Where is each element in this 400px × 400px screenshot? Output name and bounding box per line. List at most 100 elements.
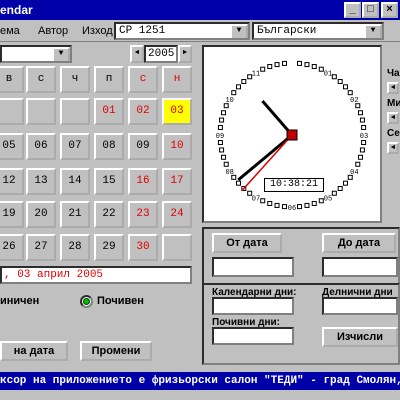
day-button[interactable]: 03 <box>162 98 192 125</box>
day-button[interactable] <box>0 98 24 125</box>
weekday-header: с <box>128 66 158 93</box>
clock-number: 10 <box>225 97 233 105</box>
work-days-field[interactable] <box>322 297 398 315</box>
calc-panel: Календарни дни: Делнични дни Почивни дни… <box>202 283 400 365</box>
radio-selected-dot <box>83 298 90 305</box>
day-button[interactable]: 23 <box>128 201 158 228</box>
day-button[interactable]: 30 <box>128 234 158 261</box>
maximize-button[interactable]: □ <box>362 2 379 18</box>
day-button[interactable]: 10 <box>162 133 192 160</box>
from-date-button[interactable]: От дата <box>212 233 282 253</box>
day-button[interactable]: 27 <box>26 234 56 261</box>
calculate-button[interactable]: Изчисли <box>322 327 398 347</box>
clock-tick <box>311 200 317 206</box>
holiday-days-field[interactable] <box>212 327 294 345</box>
day-button[interactable]: 07 <box>60 133 90 160</box>
menu-item-exit[interactable]: Изход <box>82 23 113 39</box>
clock-number: 08 <box>225 169 233 177</box>
from-date-field[interactable] <box>212 257 294 277</box>
hours-left-arrow[interactable]: ◄ <box>387 82 399 94</box>
day-button[interactable]: 16 <box>128 168 158 195</box>
year-down-arrow[interactable]: ◄ <box>130 45 144 63</box>
weekday-header: н <box>162 66 192 93</box>
close-button[interactable]: × <box>381 2 398 18</box>
today-button[interactable]: на дата <box>0 341 68 361</box>
seconds-label: Се <box>387 128 400 139</box>
weekday-header: ч <box>60 66 90 93</box>
minimize-button[interactable]: _ <box>344 2 361 18</box>
day-button[interactable]: 01 <box>94 98 124 125</box>
clock-center <box>286 129 298 141</box>
clock-tick <box>219 147 225 153</box>
day-button[interactable]: 22 <box>94 201 124 228</box>
date-range-panel: От дата До дата <box>202 227 400 285</box>
clock-tick <box>337 78 343 84</box>
day-button[interactable]: 26 <box>0 234 24 261</box>
day-button[interactable]: 24 <box>162 201 192 228</box>
day-button[interactable]: 06 <box>26 133 56 160</box>
clock-tick <box>297 60 303 66</box>
day-button[interactable]: 05 <box>0 133 24 160</box>
clock-number: 06 <box>288 205 296 213</box>
day-button[interactable]: 13 <box>26 168 56 195</box>
clock-number: 07 <box>252 195 260 203</box>
encoding-select[interactable]: CP 1251 ▼ <box>114 22 250 40</box>
clock-tick <box>347 90 353 96</box>
clock-tick <box>357 110 363 116</box>
clock-number: 05 <box>324 195 332 203</box>
menu-item-theme[interactable]: ема <box>0 23 20 39</box>
year-value: 2005 <box>148 48 175 60</box>
radio-holiday-label: Почивен <box>97 295 144 307</box>
radio-workday[interactable]: иничен <box>0 293 39 309</box>
radio-workday-label: иничен <box>0 295 40 307</box>
minutes-label: Ми <box>387 98 400 109</box>
clock-tick <box>221 154 227 160</box>
day-button[interactable]: 12 <box>0 168 24 195</box>
clock-tick <box>221 110 227 116</box>
day-button[interactable] <box>26 98 56 125</box>
seconds-left-arrow[interactable]: ◄ <box>387 142 399 154</box>
day-button[interactable]: 15 <box>94 168 124 195</box>
day-button[interactable]: 21 <box>60 201 90 228</box>
day-button[interactable]: 29 <box>94 234 124 261</box>
clock-tick <box>217 140 223 146</box>
day-button[interactable]: 08 <box>94 133 124 160</box>
menu-bar: ема Автор Изход CP 1251 ▼ Български ▼ <box>0 20 400 42</box>
clock-tick <box>274 62 280 68</box>
menu-item-author[interactable]: Автор <box>38 23 68 39</box>
day-button[interactable]: 14 <box>60 168 90 195</box>
to-date-field[interactable] <box>322 257 398 277</box>
chevron-down-icon[interactable]: ▼ <box>52 47 70 61</box>
clock-tick <box>267 200 273 206</box>
digital-time: 10:38:21 <box>264 178 324 192</box>
chevron-down-icon[interactable]: ▼ <box>230 24 248 38</box>
hours-label: Ча <box>387 68 400 79</box>
clock-tick <box>357 154 363 160</box>
chevron-down-icon[interactable]: ▼ <box>364 24 382 38</box>
day-button[interactable]: 28 <box>60 234 90 261</box>
to-date-button[interactable]: До дата <box>322 233 396 253</box>
month-select[interactable]: ▼ <box>0 45 72 63</box>
change-button[interactable]: Промени <box>80 341 152 361</box>
day-button[interactable]: 02 <box>128 98 158 125</box>
clock-tick <box>361 140 367 146</box>
day-button[interactable]: 17 <box>162 168 192 195</box>
day-button[interactable] <box>162 234 192 261</box>
language-select[interactable]: Български ▼ <box>252 22 384 40</box>
calendar-days-field[interactable] <box>212 297 294 315</box>
clock-tick <box>311 64 317 70</box>
radio-holiday-button[interactable] <box>80 295 93 308</box>
day-button[interactable]: 09 <box>128 133 158 160</box>
clock-tick <box>304 62 310 68</box>
clock-tick <box>318 198 324 204</box>
day-button[interactable]: 20 <box>26 201 56 228</box>
language-value: Български <box>257 25 317 37</box>
year-spin[interactable]: 2005 <box>144 45 178 63</box>
year-up-arrow[interactable]: ► <box>178 45 192 63</box>
weekday-header: п <box>94 66 124 93</box>
day-button[interactable]: 19 <box>0 201 24 228</box>
day-button[interactable] <box>60 98 90 125</box>
minutes-left-arrow[interactable]: ◄ <box>387 112 399 124</box>
status-bar: ксор на приложението е фризьорски салон … <box>0 372 400 390</box>
window-title: endar <box>0 3 33 17</box>
